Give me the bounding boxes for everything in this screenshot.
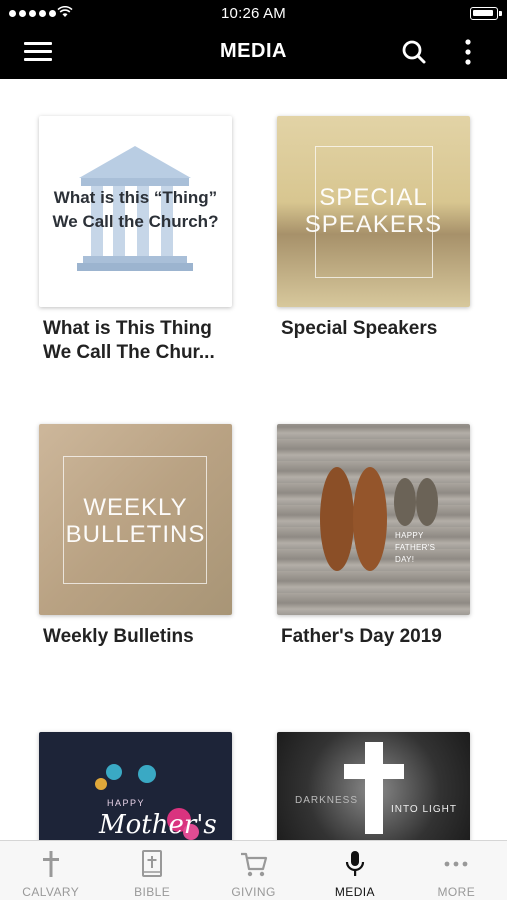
microphone-icon [345, 851, 365, 876]
tab-label: BIBLE [134, 885, 171, 899]
thumbnail-text: HAPPY [107, 798, 146, 808]
tab-label: MORE [437, 885, 476, 899]
ellipsis-icon [444, 861, 468, 867]
card-thumbnail: SPECIAL SPEAKERS [277, 116, 470, 307]
tab-calvary[interactable]: CALVARY [0, 841, 101, 900]
thumbnail-text: DAY! [395, 555, 415, 564]
card-thumbnail: HAPPY FATHER'S DAY! [277, 424, 470, 615]
card-thumbnail: What is this “Thing” We Call the Church? [39, 116, 232, 307]
card-thumbnail: DARKNESS INTO LIGHT [277, 732, 470, 840]
thumbnail-text: FATHER'S [395, 543, 436, 552]
thumbnail-text: SPECIAL [319, 184, 428, 211]
thumbnail-text: BULLETINS [65, 521, 206, 548]
thumbnail-text: SPEAKERS [304, 211, 443, 238]
thumbnail-text: DARKNESS [295, 795, 359, 806]
bible-icon [142, 850, 163, 877]
cross-image [344, 742, 404, 834]
card-title: Weekly Bulletins [43, 626, 194, 647]
status-time: 10:26 AM [221, 5, 286, 22]
page-title: MEDIA [220, 40, 287, 62]
thumbnail-text: What is this “Thing” [53, 188, 218, 207]
status-bar: 10:26 AM [0, 0, 507, 28]
tab-media[interactable]: MEDIA [304, 841, 405, 900]
thumbnail-text: Mother's [99, 810, 217, 840]
cart-icon [240, 852, 267, 877]
tab-bar: CALVARY BIBLE GIVING MEDIA MORE [0, 840, 507, 900]
card-title: Special Speakers [281, 318, 438, 339]
card-thumbnail: HAPPY Mother's [39, 732, 232, 840]
card-thumbnail: WEEKLY BULLETINS [39, 424, 232, 615]
tab-giving[interactable]: GIVING [203, 841, 304, 900]
top-bar: 10:26 AM MEDIA [0, 0, 507, 79]
thumbnail-text: HAPPY [395, 531, 424, 540]
more-vertical-icon[interactable] [460, 38, 476, 66]
thumbnail-text: WEEKLY [83, 494, 188, 521]
tab-label: GIVING [231, 885, 276, 899]
battery-icon [470, 7, 502, 20]
card-title: What is This Thing We Call The Chur... [43, 318, 215, 363]
tab-label: CALVARY [22, 885, 80, 899]
tab-label: MEDIA [334, 885, 375, 899]
shoes-image [320, 467, 438, 571]
thumbnail-text: We Call the Church? [52, 212, 219, 231]
cross-icon [42, 851, 59, 877]
thumbnail-text: INTO LIGHT [391, 804, 457, 815]
tab-more[interactable]: MORE [406, 841, 507, 900]
card-title: Father's Day 2019 [281, 626, 442, 647]
tab-bible[interactable]: BIBLE [101, 841, 202, 900]
media-grid: What is this “Thing” We Call the Church?… [0, 79, 507, 840]
search-icon[interactable] [400, 38, 428, 66]
